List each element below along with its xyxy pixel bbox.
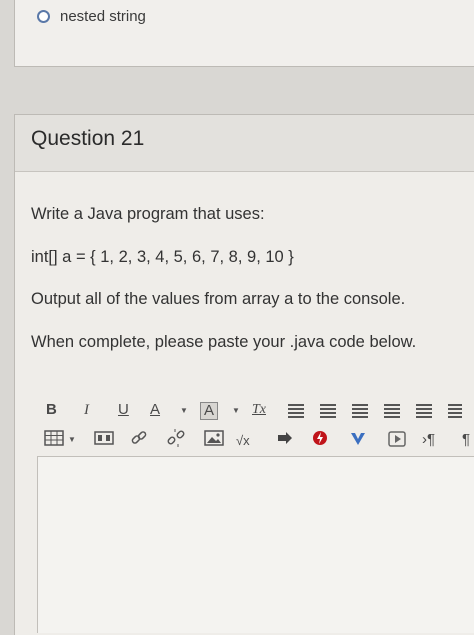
chevron-down-icon[interactable]: ▼ [68, 435, 76, 444]
question-text-line: Write a Java program that uses: [31, 205, 265, 223]
align-left-icon[interactable] [288, 404, 304, 418]
indent-icon[interactable] [416, 404, 432, 418]
rtl-paragraph-button[interactable]: ¶ [462, 430, 470, 450]
radio-button[interactable] [37, 10, 50, 23]
unlink-icon[interactable] [166, 429, 186, 452]
chevron-down-icon[interactable]: ▼ [232, 406, 240, 415]
font-color-button[interactable]: A [150, 400, 160, 420]
media-embed-icon[interactable] [94, 431, 114, 450]
align-center-icon[interactable] [320, 404, 336, 418]
clear-format-button[interactable]: Tx [252, 400, 266, 420]
flash-icon[interactable] [312, 430, 328, 451]
image-icon[interactable] [204, 430, 224, 451]
ltr-paragraph-button[interactable]: ›¶ [422, 430, 435, 450]
equation-button[interactable]: √x [236, 431, 250, 451]
question-text-line: When complete, please paste your .java c… [31, 333, 417, 351]
question-text-line: int[] a = { 1, 2, 3, 4, 5, 6, 7, 8, 9, 1… [31, 248, 294, 266]
bold-button[interactable]: B [46, 400, 57, 420]
media-play-icon[interactable] [388, 431, 406, 452]
answer-option-label: nested string [60, 8, 146, 25]
underline-button[interactable]: U [118, 400, 129, 420]
question-header: Question 21 [15, 115, 474, 172]
question-text-line: Output all of the values from array a to… [31, 290, 406, 308]
align-justify-icon[interactable] [384, 404, 400, 418]
link-icon[interactable] [130, 429, 148, 452]
align-right-icon[interactable] [352, 404, 368, 418]
chevron-down-icon[interactable]: ▼ [180, 406, 188, 415]
question-title: Question 21 [31, 127, 145, 150]
table-icon[interactable] [44, 430, 64, 451]
italic-button[interactable]: I [84, 400, 89, 420]
outdent-icon[interactable] [448, 404, 462, 418]
arrow-right-icon[interactable] [276, 431, 294, 450]
answer-editor[interactable] [37, 456, 474, 633]
highlight-color-button[interactable]: A [200, 402, 219, 420]
v-app-icon[interactable] [350, 432, 366, 451]
previous-question-card: nested string [14, 0, 474, 67]
answer-option-nested-string[interactable]: nested string [37, 8, 146, 25]
